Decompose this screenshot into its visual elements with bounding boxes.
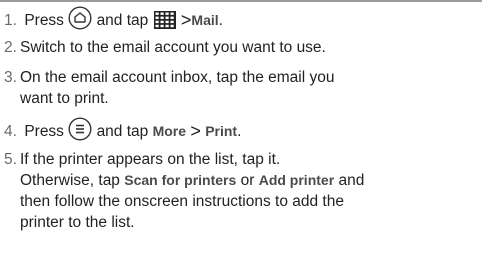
step-1: 1. Press and tap >Mail. bbox=[4, 6, 478, 36]
step-3: 3. On the email account inbox, tap the em… bbox=[4, 67, 478, 109]
step-text: Press bbox=[24, 123, 64, 140]
top-divider bbox=[0, 0, 482, 2]
step-text: On the email account inbox, tap the emai… bbox=[20, 69, 335, 86]
step-text: . bbox=[237, 123, 242, 140]
home-icon bbox=[68, 6, 92, 36]
step-text: If the printer appears on the list, tap … bbox=[20, 151, 281, 168]
step-5: 5. If the printer appears on the list, ta… bbox=[4, 149, 478, 233]
step-text-continued: Otherwise, tap Scan for printers or Add … bbox=[4, 170, 478, 191]
step-text: and tap bbox=[96, 12, 149, 29]
step-number: 1. bbox=[4, 12, 17, 29]
step-text: Press bbox=[24, 12, 64, 29]
step-number: 5. bbox=[4, 151, 17, 168]
step-text-continued: want to print. bbox=[20, 90, 109, 107]
menu-path-more: More bbox=[152, 123, 187, 139]
step-number: 4. bbox=[4, 123, 17, 140]
option-add-printer: Add printer bbox=[258, 172, 335, 188]
step-number: 3. bbox=[4, 69, 17, 86]
step-text: or bbox=[240, 172, 255, 189]
menu-path-separator: > bbox=[190, 121, 201, 141]
step-text: Switch to the email account you want to … bbox=[20, 39, 326, 56]
option-scan-for-printers: Scan for printers bbox=[124, 172, 237, 188]
step-2: 2. Switch to the email account you want t… bbox=[4, 37, 478, 58]
all-apps-grid-icon bbox=[153, 10, 177, 36]
menu-icon bbox=[68, 117, 92, 147]
menu-path-separator: > bbox=[180, 10, 192, 30]
step-text: and bbox=[338, 172, 365, 189]
step-text: and tap bbox=[96, 123, 149, 140]
step-text: . bbox=[218, 12, 223, 29]
menu-path-print: Print bbox=[205, 123, 238, 139]
step-text-continued: then follow the onscreen instructions to… bbox=[20, 193, 344, 210]
menu-path-target: Mail bbox=[191, 12, 219, 28]
step-text: Otherwise, tap bbox=[20, 172, 120, 189]
step-number: 2. bbox=[4, 39, 17, 56]
step-text-continued: printer to the list. bbox=[20, 214, 135, 231]
step-4: 4. Press and tap More > Print. bbox=[4, 117, 478, 147]
